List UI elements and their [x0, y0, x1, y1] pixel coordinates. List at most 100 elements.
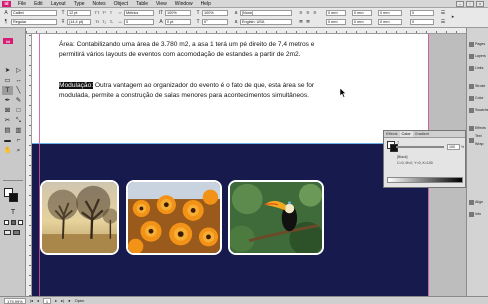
formatting-text-icon[interactable]: T	[3, 208, 23, 217]
flowers-photo[interactable]	[126, 180, 222, 255]
menu-edit[interactable]: Edit	[30, 1, 47, 7]
prev-page-icon[interactable]: ◂	[37, 298, 39, 303]
language-field[interactable]: English: USA	[240, 19, 292, 25]
menu-window[interactable]: Window	[171, 1, 197, 7]
line-tool-icon[interactable]: ╲	[13, 86, 24, 95]
tint-slider[interactable]	[396, 146, 444, 148]
scissors-tool-icon[interactable]: ✂	[2, 116, 13, 125]
menu-object[interactable]: Object	[110, 1, 132, 7]
superscript-icon[interactable]: T¹	[101, 10, 107, 16]
first-line-indent-field[interactable]: 0 mm	[326, 19, 346, 25]
numbering-icon[interactable]: ☰	[440, 19, 446, 25]
normal-mode-icon[interactable]	[4, 230, 11, 235]
restore-icon[interactable]: ▫	[466, 0, 474, 7]
panel-menu-icon[interactable]: ▸	[450, 14, 456, 20]
justify-icon[interactable]: ≣	[298, 19, 304, 25]
page-number-field[interactable]: 1	[42, 297, 52, 304]
menu-layout[interactable]: Layout	[47, 1, 70, 7]
preflight-status[interactable]: Open	[75, 298, 85, 303]
apply-color-icon[interactable]	[4, 220, 9, 225]
paragraph-modulacao[interactable]: Modulação: Outra vantagem ao organizador…	[59, 81, 324, 100]
kerning-field[interactable]: Metrics	[124, 10, 154, 16]
character-mode-icon[interactable]: A	[3, 10, 9, 16]
dock-swatches[interactable]: Swatches	[469, 106, 488, 114]
dock-align[interactable]: Align	[469, 198, 488, 206]
menu-help[interactable]: Help	[197, 1, 215, 7]
underline-icon[interactable]: T	[108, 10, 114, 16]
tab-gradient[interactable]: Gradient	[413, 131, 432, 137]
gap-tool-icon[interactable]: ↔	[13, 76, 24, 85]
close-icon[interactable]: ×	[476, 0, 484, 7]
gradient-tool-icon[interactable]: ▤	[2, 126, 13, 135]
preview-mode-icon[interactable]	[13, 230, 20, 235]
dock-pages[interactable]: Pages	[469, 40, 488, 48]
color-ramp[interactable]	[387, 177, 463, 183]
font-family-field[interactable]: Calibri	[11, 10, 57, 16]
selected-text[interactable]: Modulação:	[59, 82, 94, 89]
hand-tool-icon[interactable]: ✋	[2, 146, 13, 155]
justify-all-icon[interactable]: ≣	[305, 19, 311, 25]
align-right-icon[interactable]: ≡	[312, 10, 318, 16]
rectangle-tool-icon[interactable]: □	[13, 106, 24, 115]
apply-none-icon[interactable]	[18, 220, 23, 225]
strikethrough-icon[interactable]: T̶	[108, 19, 114, 25]
bullets-icon[interactable]: ☰	[440, 10, 446, 16]
note-tool-icon[interactable]: ▬	[2, 136, 13, 145]
zoom-field[interactable]: 175,99%	[4, 297, 26, 304]
apply-gradient-icon[interactable]	[11, 220, 16, 225]
minimize-icon[interactable]: –	[456, 0, 464, 7]
dock-color[interactable]: Color	[469, 94, 488, 102]
menu-notes[interactable]: Notes	[89, 1, 110, 7]
type-tool-icon[interactable]: T	[2, 86, 13, 95]
zoom-tool-icon[interactable]: ⌕	[13, 146, 24, 155]
right-indent-field[interactable]: 0 mm	[352, 10, 372, 16]
small-caps-icon[interactable]: Tt	[94, 19, 100, 25]
space-before-field[interactable]: 0 mm	[378, 10, 402, 16]
gradient-feather-tool-icon[interactable]: ▥	[13, 126, 24, 135]
dock-layers[interactable]: Layers	[469, 52, 488, 60]
selection-tool-icon[interactable]: ➤	[2, 66, 13, 75]
font-style-field[interactable]: Regular	[11, 19, 57, 25]
subscript-icon[interactable]: T₁	[101, 19, 107, 25]
page-tool-icon[interactable]: ▭	[2, 76, 13, 85]
pen-tool-icon[interactable]: ✒	[2, 96, 13, 105]
trees-photo[interactable]	[40, 180, 119, 255]
caps-icon[interactable]: TT	[94, 10, 100, 16]
leading-field[interactable]: (14,4 pt)	[67, 19, 91, 25]
rectangle-frame-tool-icon[interactable]: ⊠	[2, 106, 13, 115]
next-page-icon[interactable]: ▸	[55, 298, 57, 303]
pencil-tool-icon[interactable]: ✎	[13, 96, 24, 105]
align-left-icon[interactable]: ≡	[298, 10, 304, 16]
tab-color[interactable]: Color	[399, 131, 413, 137]
dock-text-wrap[interactable]: Text Wrap	[469, 134, 488, 146]
toucan-photo[interactable]	[228, 180, 324, 255]
menu-view[interactable]: View	[152, 1, 171, 7]
menu-file[interactable]: File	[14, 1, 30, 7]
eyedropper-tool-icon[interactable]: ⌐	[13, 136, 24, 145]
dock-links[interactable]: Links	[469, 64, 488, 72]
stroke-swatch[interactable]	[9, 193, 18, 202]
drop-cap-chars-field[interactable]: 0	[410, 19, 434, 25]
vertical-scale-field[interactable]: 100%	[165, 10, 191, 16]
menu-type[interactable]: Type	[70, 1, 89, 7]
skew-field[interactable]: 0°	[202, 19, 228, 25]
character-style-field[interactable]: [None]	[240, 10, 292, 16]
paragraph-area[interactable]: Área: Contabilizando uma área de 3.780 m…	[59, 40, 324, 59]
font-size-field[interactable]: 12 pt	[67, 10, 91, 16]
align-center-icon[interactable]: ≡	[305, 10, 311, 16]
horizontal-scale-field[interactable]: 100%	[202, 10, 228, 16]
baseline-field[interactable]: 0 pt	[165, 19, 191, 25]
last-page-icon[interactable]: ▸|	[61, 298, 64, 303]
direct-selection-tool-icon[interactable]: ▷	[13, 66, 24, 75]
tracking-field[interactable]: 0	[124, 19, 154, 25]
menu-table[interactable]: Table	[132, 1, 152, 7]
dock-info[interactable]: Info	[469, 210, 488, 218]
tab-effects[interactable]: Effects	[384, 131, 400, 137]
last-line-indent-field[interactable]: 0 mm	[352, 19, 372, 25]
first-page-icon[interactable]: |◂	[30, 298, 33, 303]
left-indent-field[interactable]: 0 mm	[326, 10, 346, 16]
dock-effects[interactable]: Effects	[469, 124, 488, 132]
tint-value-field[interactable]: 100	[447, 144, 460, 150]
drop-cap-lines-field[interactable]: 0	[410, 10, 434, 16]
paragraph-mode-icon[interactable]: ¶	[3, 19, 9, 25]
